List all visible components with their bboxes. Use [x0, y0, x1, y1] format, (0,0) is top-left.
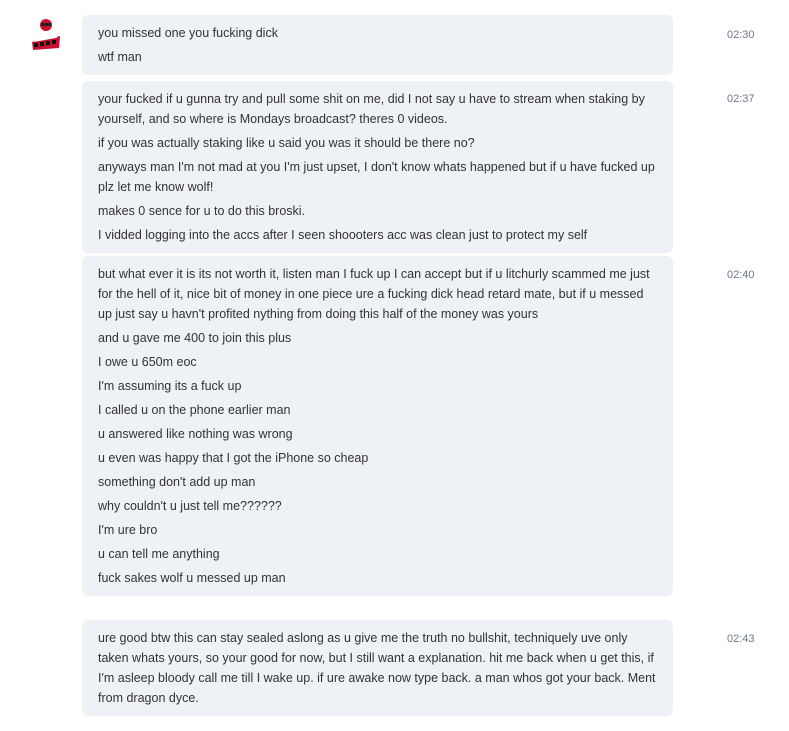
chat-conversation: you missed one you fucking dick wtf man …: [0, 0, 789, 731]
message-timestamp: 02:40: [727, 269, 755, 281]
message-text[interactable]: something don't add up man: [98, 472, 657, 492]
message-group: your fucked if u gunna try and pull some…: [82, 81, 673, 253]
message-text[interactable]: u even was happy that I got the iPhone s…: [98, 448, 657, 468]
message-text[interactable]: anyways man I'm not mad at you I'm just …: [98, 157, 657, 197]
message-timestamp: 02:37: [727, 93, 755, 105]
message-group: but what ever it is its not worth it, li…: [82, 256, 673, 596]
message-text[interactable]: I called u on the phone earlier man: [98, 400, 657, 420]
message-text[interactable]: why couldn't u just tell me??????: [98, 496, 657, 516]
message-text[interactable]: I owe u 650m eoc: [98, 352, 657, 372]
message-text[interactable]: I'm ure bro: [98, 520, 657, 540]
message-text[interactable]: wtf man: [98, 47, 657, 67]
message-text[interactable]: ure good btw this can stay sealed aslong…: [98, 628, 657, 708]
message-text[interactable]: u answered like nothing was wrong: [98, 424, 657, 444]
message-text[interactable]: u can tell me anything: [98, 544, 657, 564]
message-text[interactable]: I vidded logging into the accs after I s…: [98, 225, 657, 245]
message-group: ure good btw this can stay sealed aslong…: [82, 620, 673, 716]
sender-avatar[interactable]: [26, 14, 66, 54]
message-text[interactable]: your fucked if u gunna try and pull some…: [98, 89, 657, 129]
message-group: you missed one you fucking dick wtf man: [82, 15, 673, 75]
message-text[interactable]: I'm assuming its a fuck up: [98, 376, 657, 396]
message-timestamp: 02:43: [727, 633, 755, 645]
message-text[interactable]: you missed one you fucking dick: [98, 23, 657, 43]
message-text[interactable]: makes 0 sence for u to do this broski.: [98, 201, 657, 221]
message-text[interactable]: but what ever it is its not worth it, li…: [98, 264, 657, 324]
message-text[interactable]: fuck sakes wolf u messed up man: [98, 568, 657, 588]
message-timestamp: 02:30: [727, 29, 755, 41]
avatar-image: [28, 16, 64, 52]
message-text[interactable]: and u gave me 400 to join this plus: [98, 328, 657, 348]
message-text[interactable]: if you was actually staking like u said …: [98, 133, 657, 153]
